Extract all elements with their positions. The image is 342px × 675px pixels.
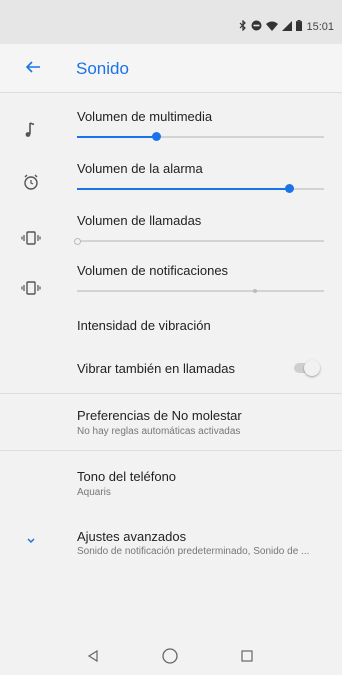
dnd-preferences-label: Preferencias de No molestar xyxy=(77,408,242,423)
signal-icon xyxy=(282,20,293,34)
slider-tick xyxy=(252,289,257,293)
media-volume-row: Volumen de multimedia xyxy=(0,103,342,151)
alarm-volume-label: Volumen de la alarma xyxy=(77,161,203,176)
do-not-disturb-icon xyxy=(251,20,262,34)
ringtone-label: Tono del teléfono xyxy=(77,469,177,484)
call-volume-label: Volumen de llamadas xyxy=(77,213,202,228)
slider-thumb[interactable] xyxy=(152,132,162,141)
home-nav-icon[interactable] xyxy=(159,645,181,667)
alarm-volume-slider[interactable] xyxy=(77,182,324,196)
dnd-preferences-summary: No hay reglas automáticas activadas xyxy=(77,426,241,437)
ringtone-row[interactable]: Tono del teléfono Aquaris xyxy=(0,457,342,503)
divider xyxy=(0,450,342,451)
back-arrow-icon[interactable] xyxy=(21,55,45,79)
status-bar: 15:01 xyxy=(0,0,342,44)
music-note-icon xyxy=(20,119,42,141)
vibration-intensity-label: Intensidad de vibración xyxy=(77,318,211,333)
toggle-knob xyxy=(304,360,320,376)
app-bar: Sonido xyxy=(0,44,342,93)
wifi-icon xyxy=(266,21,279,34)
navigation-bar xyxy=(0,636,342,675)
vibrate-calls-row[interactable]: Vibrar también en llamadas xyxy=(0,357,342,381)
vibrate-icon xyxy=(20,277,42,299)
advanced-settings-summary: Sonido de notificación predeterminado, S… xyxy=(77,546,310,557)
alarm-icon xyxy=(20,171,42,193)
chevron-down-icon xyxy=(20,529,42,551)
notification-volume-label: Volumen de notificaciones xyxy=(77,263,229,278)
slider-track xyxy=(77,240,324,242)
advanced-settings-row[interactable]: Ajustes avanzados Sonido de notificación… xyxy=(0,521,342,567)
slider-thumb[interactable] xyxy=(74,238,81,245)
battery-icon xyxy=(296,20,303,34)
advanced-settings-label: Ajustes avanzados xyxy=(77,529,187,544)
vibrate-calls-label: Vibrar también en llamadas xyxy=(77,361,236,376)
slider-fill xyxy=(77,136,157,138)
call-volume-row: Volumen de llamadas xyxy=(0,207,342,255)
settings-list: Volumen de multimedia Volumen de la alar… xyxy=(0,93,342,636)
page-title: Sonido xyxy=(76,59,129,78)
recents-nav-icon[interactable] xyxy=(236,645,258,667)
slider-fill xyxy=(77,188,290,190)
vibrate-calls-toggle[interactable] xyxy=(292,360,320,376)
slider-track xyxy=(77,290,324,292)
alarm-volume-row: Volumen de la alarma xyxy=(0,155,342,203)
vibrate-icon xyxy=(20,227,42,249)
status-time: 15:01 xyxy=(306,21,334,33)
slider-thumb[interactable] xyxy=(285,184,295,193)
back-nav-icon[interactable] xyxy=(82,645,104,667)
vibration-intensity-row[interactable]: Intensidad de vibración xyxy=(0,315,342,339)
ringtone-value: Aquaris xyxy=(77,487,111,498)
media-volume-slider[interactable] xyxy=(77,130,324,144)
bluetooth-icon xyxy=(239,19,247,34)
status-icons: 15:01 xyxy=(239,19,334,34)
media-volume-label: Volumen de multimedia xyxy=(77,109,213,124)
notification-volume-row: Volumen de notificaciones xyxy=(0,259,342,307)
call-volume-slider[interactable] xyxy=(74,234,324,248)
dnd-preferences-row[interactable]: Preferencias de No molestar No hay regla… xyxy=(0,399,342,445)
divider xyxy=(0,393,342,394)
notification-volume-slider[interactable] xyxy=(77,284,324,298)
